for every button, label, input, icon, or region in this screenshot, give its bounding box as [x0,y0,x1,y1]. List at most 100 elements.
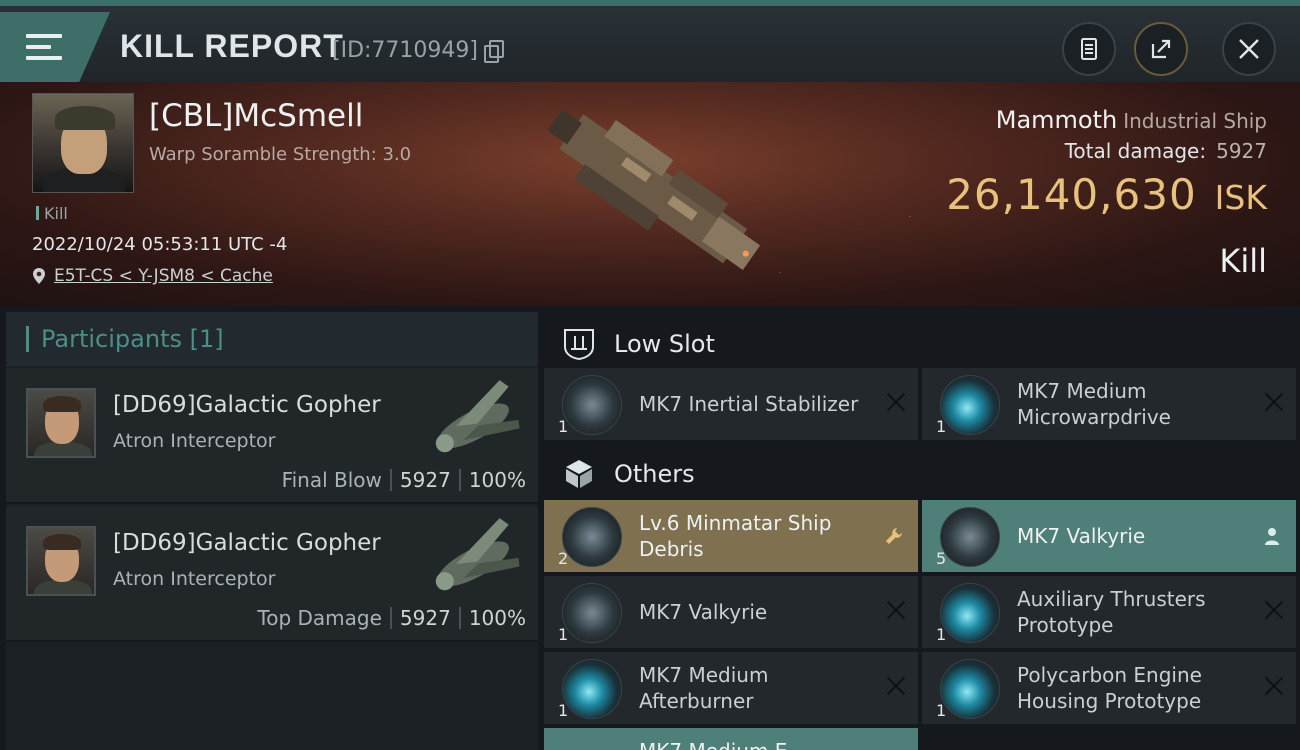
participant-portrait [26,388,96,458]
victim-portrait[interactable] [32,93,134,193]
item-name: MK7 Medium Afterburner [639,663,769,713]
item-quantity: 1 [936,701,947,720]
item-name: Lv.6 Minmatar Ship Debris [639,511,832,561]
item-name: MK7 Medium E [639,738,869,750]
item-name: MK7 Valkyrie [639,600,768,624]
item-name: Auxiliary Thrusters Prototype [1017,587,1206,637]
destroyed-x-icon [886,392,906,412]
participant-role: Final Blow [281,468,382,492]
item-slot[interactable]: 1 MK7 Valkyrie [544,576,918,648]
close-button[interactable] [1222,22,1276,76]
wrench-icon [886,528,902,544]
participant-role: Top Damage [257,606,382,630]
kill-result: Kill [1219,242,1267,280]
clipboard-button[interactable] [1062,22,1116,76]
location-text: E5T-CS < Y-JSM8 < Cache [54,266,273,286]
item-quantity: 1 [558,625,569,644]
participants-panel: Participants [1] [DD69]Galactic Gopher A… [6,312,538,750]
report-id: [ID:7710949] [332,38,478,63]
item-slot[interactable]: 1 MK7 Medium Microwarpdrive [922,368,1296,440]
participant-percent: 100% [468,606,526,630]
participant-row[interactable]: [DD69]Galactic Gopher Atron Interceptor … [6,368,538,504]
participant-ship: Atron Interceptor [113,430,276,452]
kill-location-link[interactable]: E5T-CS < Y-JSM8 < Cache [32,266,273,286]
item-quantity: 1 [936,417,947,436]
destroyed-x-icon [886,676,906,696]
total-damage-value: 5927 [1216,139,1267,163]
valkyrie-drone-icon [940,507,1000,567]
participant-damage: 5927 [399,606,451,630]
others-heading: Others [614,460,695,488]
victim-header: [CBL]McSmell Warp Soramble Strength: 3.0… [0,82,1300,306]
item-quantity: 1 [558,701,569,720]
victim-name[interactable]: [CBL]McSmell [149,98,363,134]
clipboard-icon [1081,38,1097,60]
mammoth-ship-image[interactable] [520,90,790,300]
item-name: Polycarbon Engine Housing Prototype [1017,663,1202,713]
item-name: MK7 Valkyrie [1017,524,1146,548]
destroyed-x-icon [1264,676,1284,696]
atron-ship-image [435,518,520,591]
inertial-stabilizer-icon [562,375,622,435]
item-quantity: 1 [936,625,947,644]
copy-icon[interactable] [484,40,504,63]
ship-debris-icon [562,507,622,567]
item-slot[interactable]: 2 Lv.6 Minmatar Ship Debris [544,500,918,572]
valkyrie-drone-icon [562,583,622,643]
item-slot[interactable]: 5 MK7 Valkyrie [922,500,1296,572]
item-slot[interactable]: 1 Auxiliary Thrusters Prototype [922,576,1296,648]
isk-amount: 26,140,630 [946,170,1197,219]
location-pin-icon [33,268,45,284]
low-slot-heading: Low Slot [614,330,715,358]
low-slot-section-header: Low Slot [544,316,1300,372]
item-name: MK7 Medium Microwarpdrive [1017,379,1171,429]
destroyed-x-icon [1264,600,1284,620]
participant-percent: 100% [468,468,526,492]
participant-row[interactable]: [DD69]Galactic Gopher Atron Interceptor … [6,506,538,642]
isk-unit: ISK [1214,178,1267,217]
item-quantity: 1 [558,417,569,436]
participant-stats: Top Damage 5927 100% [257,606,526,630]
participants-heading: Participants [1] [6,312,538,366]
participant-name: [DD69]Galactic Gopher [113,530,381,556]
share-icon [1151,39,1171,59]
microwarpdrive-icon [940,375,1000,435]
warp-scramble-strength: Warp Soramble Strength: 3.0 [149,144,412,165]
item-slot[interactable]: MK7 Medium E [544,728,918,750]
item-slot[interactable]: 1 MK7 Inertial Stabilizer [544,368,918,440]
destroyed-x-icon [1264,392,1284,412]
item-quantity: 2 [558,549,569,568]
menu-button[interactable] [0,12,110,82]
low-slot-icon [564,329,594,361]
others-section-header: Others [544,446,1300,502]
participant-portrait [26,526,96,596]
cargo-box-icon [566,460,592,488]
participant-stats: Final Blow 5927 100% [282,468,526,492]
kill-datetime: 2022/10/24 05:53:11 UTC -4 [32,234,288,255]
top-bar: KILL REPORT [ID:7710949] [0,0,1300,82]
participant-name: [DD69]Galactic Gopher [113,392,381,418]
thruster-icon [940,583,1000,643]
close-icon [1239,39,1259,59]
item-quantity: 5 [936,549,947,568]
hamburger-menu-icon [26,34,62,60]
participant-ship: Atron Interceptor [113,568,276,590]
page-title: KILL REPORT [120,28,344,64]
participant-damage: 5927 [399,468,451,492]
afterburner-icon [562,659,622,719]
share-button[interactable] [1134,22,1188,76]
item-name: MK7 Inertial Stabilizer [639,392,859,416]
ship-name[interactable]: Mammoth Industrial Ship [996,106,1267,134]
total-damage-label: Total damage: [1064,139,1207,163]
item-slot[interactable]: 1 MK7 Medium Afterburner [544,652,918,724]
engine-housing-icon [940,659,1000,719]
ship-type: Mammoth [995,106,1118,134]
atron-ship-image [435,380,520,453]
item-slot[interactable]: 1 Polycarbon Engine Housing Prototype [922,652,1296,724]
isk-value: 26,140,630 ISK [946,170,1267,219]
person-icon [1265,528,1279,545]
items-panel: Low Slot 1 MK7 Inertial Stabilizer 1 MK7… [544,312,1300,750]
ship-class: Industrial Ship [1123,109,1267,133]
destroyed-x-icon [886,600,906,620]
kill-tag: Kill [36,204,68,223]
